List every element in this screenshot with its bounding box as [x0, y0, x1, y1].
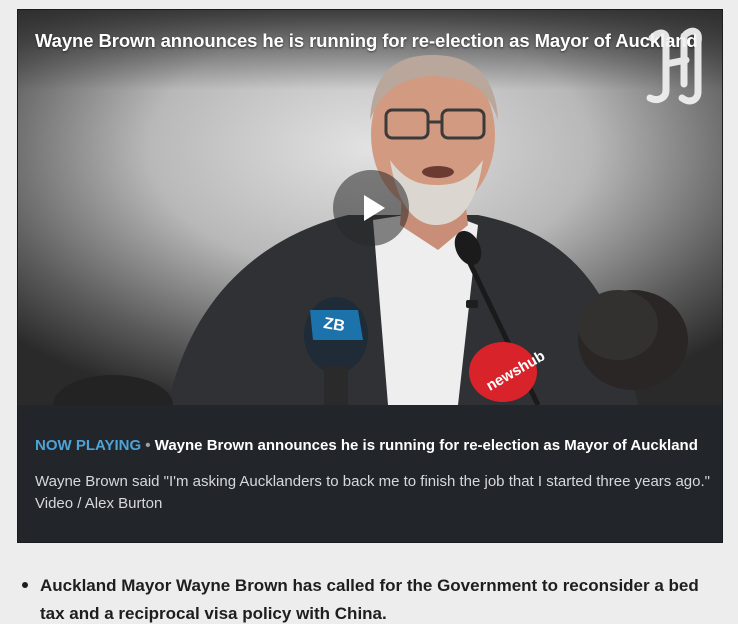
bullet-icon — [22, 582, 28, 588]
now-playing-separator: • — [145, 437, 151, 454]
list-item: Auckland Mayor Wayne Brown has called fo… — [20, 572, 720, 624]
video-title: Wayne Brown announces he is running for … — [35, 30, 698, 51]
video-player[interactable]: ZB newshub Wayne Brown announces he is r… — [17, 9, 723, 543]
now-playing-title: Wayne Brown announces he is running for … — [154, 437, 698, 454]
bullet-text: Auckland Mayor Wayne Brown has called fo… — [40, 576, 699, 623]
now-playing-label: NOW PLAYING — [35, 437, 142, 454]
play-icon — [364, 195, 385, 221]
now-playing-panel: NOW PLAYING • Wayne Brown announces he i… — [35, 437, 711, 515]
video-caption: Wayne Brown said "I'm asking Aucklanders… — [35, 473, 710, 512]
article-bullet-list: Auckland Mayor Wayne Brown has called fo… — [20, 572, 720, 624]
video-frame[interactable]: ZB newshub Wayne Brown announces he is r… — [18, 10, 722, 405]
play-button[interactable] — [333, 170, 409, 246]
page: ZB newshub Wayne Brown announces he is r… — [0, 0, 738, 624]
now-playing-line: NOW PLAYING • Wayne Brown announces he i… — [35, 437, 711, 454]
herald-h-logo-icon — [646, 27, 702, 105]
